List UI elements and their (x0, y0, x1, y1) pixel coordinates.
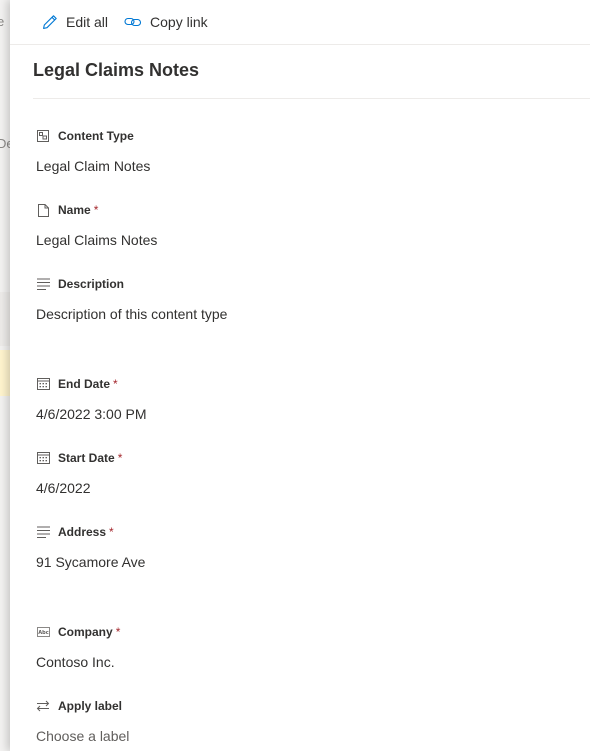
required-indicator: * (109, 525, 114, 539)
panel-title: Legal Claims Notes (33, 60, 200, 80)
svg-text:Abc: Abc (38, 630, 48, 636)
required-indicator: * (113, 377, 118, 391)
link-icon (124, 17, 142, 27)
field-value[interactable]: 4/6/2022 (36, 478, 122, 498)
copy-link-button[interactable]: Copy link (124, 6, 208, 38)
swap-arrows-icon (36, 699, 50, 713)
field-label: Name (58, 203, 91, 217)
field-address: Address * 91 Sycamore Ave (36, 522, 145, 572)
label-picker[interactable]: Choose a label (36, 726, 129, 746)
details-panel: Edit all Copy link Legal Claims Notes Co… (10, 0, 590, 751)
field-name: Name * Legal Claims Notes (36, 200, 157, 250)
field-label: Address (58, 525, 107, 539)
divider (33, 98, 590, 99)
field-value[interactable]: Legal Claim Notes (36, 156, 150, 176)
background-text-fragment: e (0, 14, 5, 29)
field-start-date: Start Date * 4/6/2022 (36, 448, 122, 498)
field-label: Content Type (58, 129, 134, 143)
field-label: Apply label (58, 699, 123, 713)
document-icon (36, 203, 50, 217)
text-lines-icon (36, 277, 50, 291)
required-indicator: * (115, 625, 121, 639)
edit-all-label: Edit all (66, 14, 109, 30)
command-bar: Edit all Copy link (10, 0, 590, 45)
field-label: End Date (58, 377, 111, 391)
field-content-type: Content Type Legal Claim Notes (36, 126, 150, 176)
field-label: Start Date (58, 451, 115, 465)
content-type-icon (36, 129, 50, 143)
copy-link-label: Copy link (150, 14, 208, 30)
field-company: Abc Company * Contoso Inc. (36, 622, 120, 672)
field-description: Description Description of this content … (36, 274, 227, 324)
calendar-icon (36, 377, 50, 391)
required-indicator: * (93, 203, 99, 217)
field-end-date: End Date * 4/6/2022 3:00 PM (36, 374, 147, 424)
text-lines-icon (36, 525, 50, 539)
field-value[interactable]: 91 Sycamore Ave (36, 552, 145, 572)
field-apply-label: Apply label Choose a label (36, 696, 129, 746)
field-value[interactable]: Description of this content type (36, 304, 227, 324)
field-value[interactable]: 4/6/2022 3:00 PM (36, 404, 147, 424)
field-value[interactable]: Legal Claims Notes (36, 230, 157, 250)
edit-all-button[interactable]: Edit all (42, 6, 108, 38)
pencil-icon (43, 15, 57, 29)
calendar-icon (36, 451, 50, 465)
field-value[interactable]: Contoso Inc. (36, 652, 120, 672)
field-label: Company (58, 625, 113, 639)
abc-text-icon: Abc (36, 625, 50, 639)
required-indicator: * (117, 451, 123, 465)
field-label: Description (58, 277, 125, 291)
